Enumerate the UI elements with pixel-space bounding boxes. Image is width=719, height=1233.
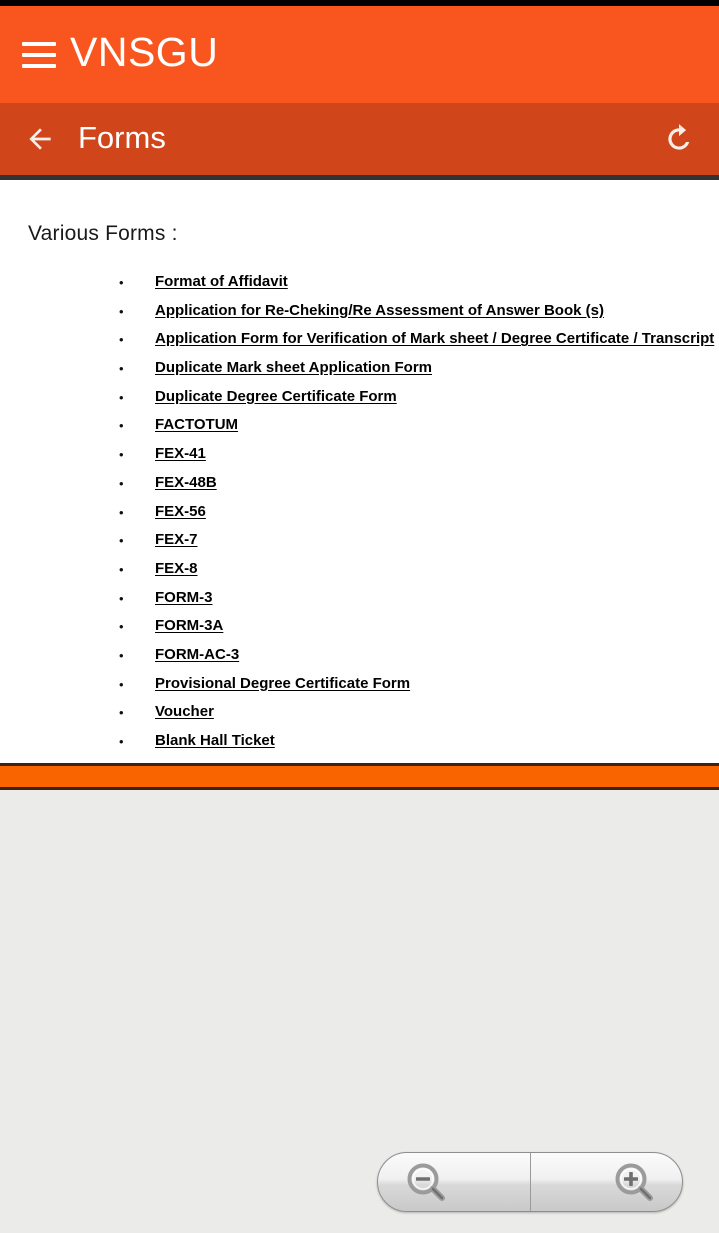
form-link[interactable]: FEX-56 (155, 502, 206, 521)
list-item: • FACTOTUM (0, 415, 719, 444)
list-item: • FEX-56 (0, 502, 719, 531)
form-link[interactable]: Provisional Degree Certificate Form (155, 674, 410, 693)
app-bar: VNSGU (0, 6, 719, 103)
form-link[interactable]: Duplicate Degree Certificate Form (155, 387, 397, 406)
list-item: • FEX-48B (0, 473, 719, 502)
list-item: • Provisional Degree Certificate Form (0, 674, 719, 703)
form-link[interactable]: FEX-8 (155, 559, 198, 578)
form-link[interactable]: FORM-AC-3 (155, 645, 239, 664)
bullet-icon: • (119, 590, 124, 606)
list-item: • Duplicate Mark sheet Application Form (0, 358, 719, 387)
bullet-icon: • (119, 447, 124, 463)
list-item: • Application for Re-Cheking/Re Assessme… (0, 301, 719, 330)
web-content-area: Various Forms : • Format of Affidavit • … (0, 180, 719, 766)
content-heading: Various Forms : (28, 222, 178, 245)
bullet-icon: • (119, 418, 124, 434)
refresh-icon[interactable] (657, 117, 701, 161)
list-item: • Application Form for Verification of M… (0, 329, 719, 358)
form-link[interactable]: Application for Re-Cheking/Re Assessment… (155, 301, 604, 320)
form-link[interactable]: Format of Affidavit (155, 272, 288, 291)
bullet-icon: • (119, 361, 124, 377)
list-item: • FEX-41 (0, 444, 719, 473)
forms-list: • Format of Affidavit • Application for … (0, 272, 719, 760)
list-item: • FORM-3 (0, 588, 719, 617)
hamburger-bar-1 (22, 41, 56, 46)
bullet-icon: • (119, 389, 124, 405)
zoom-out-magnifier-icon (407, 1163, 445, 1201)
form-link[interactable]: FEX-7 (155, 530, 198, 549)
hamburger-bar-2 (22, 52, 56, 57)
form-link[interactable]: FACTOTUM (155, 415, 238, 434)
list-item: • Blank Hall Ticket (0, 731, 719, 760)
form-link[interactable]: FORM-3 (155, 588, 213, 607)
bullet-icon: • (119, 647, 124, 663)
list-item: • Format of Affidavit (0, 272, 719, 301)
bullet-icon: • (119, 705, 124, 721)
footer-accent-bar (0, 766, 719, 787)
form-link[interactable]: Voucher (155, 702, 214, 721)
list-item: • FORM-AC-3 (0, 645, 719, 674)
form-link[interactable]: FEX-48B (155, 473, 217, 492)
hamburger-bar-3 (22, 63, 56, 68)
bullet-icon: • (119, 275, 124, 290)
bullet-icon: • (119, 619, 124, 635)
form-link[interactable]: FEX-41 (155, 444, 206, 463)
list-item: • FEX-8 (0, 559, 719, 588)
bullet-icon: • (119, 533, 124, 549)
app-brand-title: VNSGU (70, 29, 219, 75)
zoom-out-button[interactable] (378, 1153, 530, 1211)
form-link[interactable]: Duplicate Mark sheet Application Form (155, 358, 432, 377)
zoom-controls (377, 1152, 683, 1212)
bullet-icon: • (119, 734, 124, 749)
page-title: Forms (78, 120, 166, 155)
list-item: • Voucher (0, 702, 719, 731)
bullet-icon: • (119, 475, 124, 491)
list-item: • FORM-3A (0, 616, 719, 645)
bullet-icon: • (119, 504, 124, 520)
bullet-icon: • (119, 676, 124, 692)
bullet-icon: • (119, 303, 124, 319)
bullet-icon: • (119, 561, 124, 577)
hamburger-menu-icon[interactable] (22, 41, 56, 68)
form-link[interactable]: FORM-3A (155, 616, 223, 635)
zoom-in-button[interactable] (530, 1153, 682, 1211)
zoom-in-magnifier-icon (615, 1163, 653, 1201)
list-item: • Duplicate Degree Certificate Form (0, 387, 719, 416)
back-arrow-icon[interactable] (20, 119, 60, 159)
page-sub-bar: Forms (0, 103, 719, 175)
list-item: • FEX-7 (0, 530, 719, 559)
form-link[interactable]: Application Form for Verification of Mar… (155, 329, 714, 348)
bullet-icon: • (119, 332, 124, 348)
form-link[interactable]: Blank Hall Ticket (155, 731, 275, 750)
